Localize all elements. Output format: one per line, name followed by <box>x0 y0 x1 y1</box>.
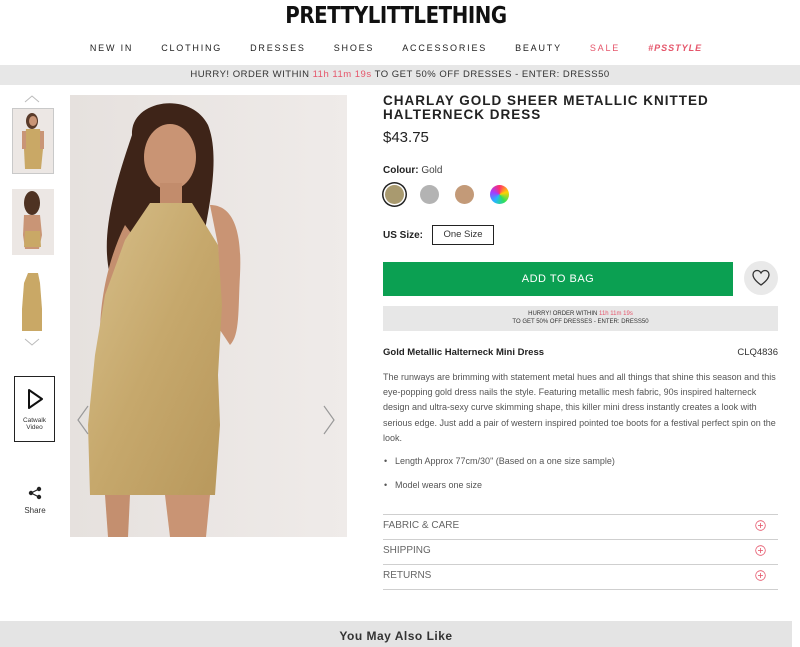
promo-banner: HURRY! ORDER WITHIN 11h 11m 19s TO GET 5… <box>0 65 800 85</box>
product-title: CHARLAY GOLD SHEER METALLIC KNITTED HALT… <box>383 93 709 122</box>
nav-item-dresses[interactable]: DRESSES <box>236 43 320 53</box>
wishlist-button[interactable] <box>744 261 778 295</box>
nav-item-beauty[interactable]: BEAUTY <box>501 43 576 53</box>
list-item: Length Approx 77cm/30" (Based on a one s… <box>383 455 781 479</box>
add-to-bag-button[interactable]: ADD TO BAG <box>383 262 733 296</box>
previous-image-arrow[interactable] <box>76 405 90 435</box>
colour-selector-label: Colour: Gold <box>383 165 442 176</box>
product-price: $43.75 <box>383 129 429 146</box>
swatch-rose-gold[interactable] <box>455 185 474 204</box>
product-description: The runways are brimming with statement … <box>383 372 776 443</box>
promo-small-timer: 11h 11m 19s <box>599 311 633 317</box>
accordion-label: SHIPPING <box>383 545 431 556</box>
play-icon <box>27 389 43 409</box>
list-item: Model wears one size <box>383 479 781 503</box>
promo-small-line2: TO GET 50% OFF DRESSES - ENTER: DRESS50 <box>512 319 649 325</box>
thumbnail-front[interactable] <box>12 108 54 174</box>
product-name: Gold Metallic Halterneck Mini Dress <box>383 347 545 358</box>
thumbnail-flat[interactable] <box>12 269 54 335</box>
nav-item-accessories[interactable]: ACCESSORIES <box>388 43 501 53</box>
colour-value: Gold <box>421 165 443 176</box>
accordion-fabric-care[interactable]: FABRIC & CARE <box>383 514 778 538</box>
share-icon <box>28 486 42 500</box>
thumbnail-back[interactable] <box>12 189 54 255</box>
promo-timer: 11h 11m 19s <box>312 69 372 80</box>
promo-suffix: TO GET 50% OFF DRESSES - ENTER: DRESS50 <box>374 69 610 80</box>
swatch-silver[interactable] <box>420 185 439 204</box>
main-nav: NEW IN CLOTHING DRESSES SHOES ACCESSORIE… <box>0 43 792 53</box>
promo-small-prefix: HURRY! ORDER WITHIN <box>528 311 598 317</box>
main-product-image[interactable] <box>70 95 347 537</box>
promo-banner-small: HURRY! ORDER WITHIN 11h 11m 19s TO GET 5… <box>383 306 778 331</box>
plus-circle-icon <box>755 520 766 531</box>
size-label: US Size: <box>383 230 424 241</box>
swatch-multi[interactable] <box>490 185 509 204</box>
heart-icon <box>752 269 770 286</box>
chevron-down-icon[interactable] <box>24 338 40 346</box>
nav-item-shoes[interactable]: SHOES <box>320 43 389 53</box>
product-details-list: Length Approx 77cm/30" (Based on a one s… <box>383 455 781 503</box>
colour-label: Colour: <box>383 165 419 176</box>
accordion-label: FABRIC & CARE <box>383 520 460 531</box>
size-option-one-size[interactable]: One Size <box>432 225 494 245</box>
you-may-also-like-heading: You May Also Like <box>0 621 792 647</box>
nav-item-new-in[interactable]: NEW IN <box>76 43 147 53</box>
catwalk-video-button[interactable]: Catwalk Video <box>14 376 55 442</box>
swatch-gold[interactable] <box>385 185 404 204</box>
plus-circle-icon <box>755 570 766 581</box>
promo-prefix: HURRY! ORDER WITHIN <box>190 69 310 80</box>
accordion-divider <box>383 589 778 590</box>
nav-item-sale[interactable]: SALE <box>576 43 634 53</box>
share-button[interactable]: Share <box>20 486 50 515</box>
chevron-up-icon[interactable] <box>24 95 40 103</box>
next-image-arrow[interactable] <box>322 405 336 435</box>
brand-logo[interactable]: PRETTYLITTLETHING <box>55 3 736 29</box>
catwalk-video-label: Catwalk Video <box>22 417 47 431</box>
plus-circle-icon <box>755 545 766 556</box>
product-code: CLQ4836 <box>737 347 778 358</box>
accordion-shipping[interactable]: SHIPPING <box>383 539 778 563</box>
share-label: Share <box>24 506 46 515</box>
accordion-label: RETURNS <box>383 570 432 581</box>
nav-item-psstyle[interactable]: #PSSTYLE <box>634 43 716 53</box>
accordion-returns[interactable]: RETURNS <box>383 564 778 588</box>
nav-item-clothing[interactable]: CLOTHING <box>147 43 236 53</box>
